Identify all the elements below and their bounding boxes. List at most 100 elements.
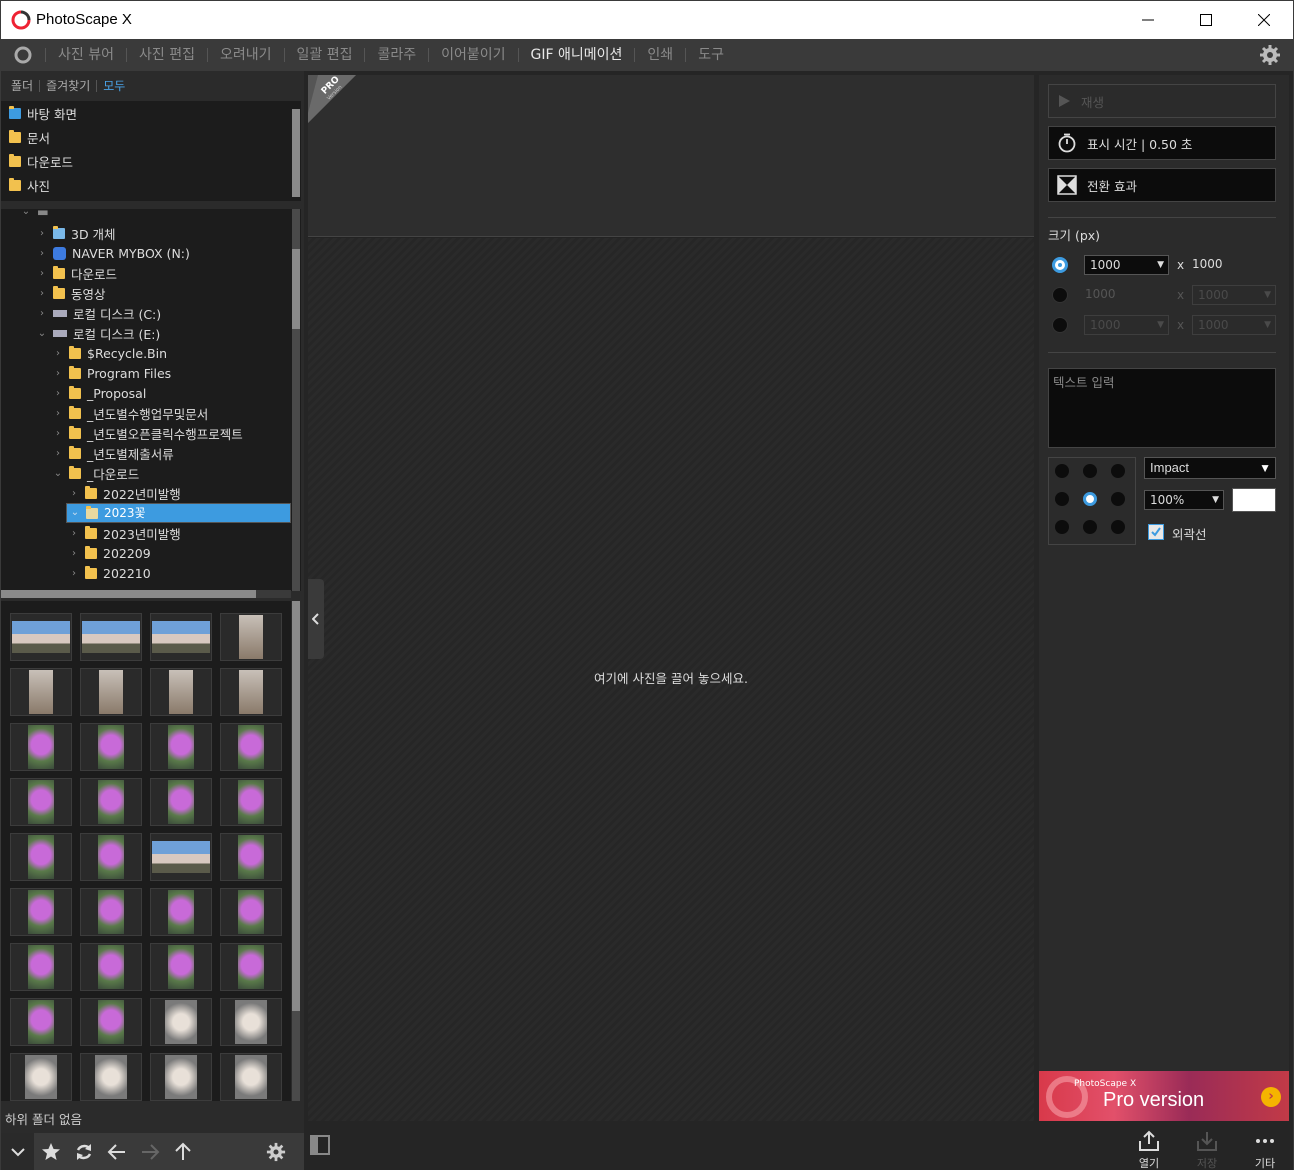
photo-thumbnail[interactable]	[150, 613, 212, 661]
photo-thumbnail[interactable]	[80, 613, 142, 661]
photo-thumbnail[interactable]	[220, 888, 282, 936]
menu-photo-editor[interactable]: 사진 편집	[125, 48, 207, 62]
tree-item[interactable]: › 동영상	[37, 283, 106, 303]
menu-collage[interactable]: 콜라주	[364, 48, 428, 62]
back-button[interactable]	[100, 1133, 133, 1170]
photo-thumbnail[interactable]	[80, 1053, 142, 1101]
tree-item-this-pc[interactable]: ⌄ ▬	[21, 209, 49, 221]
tree-horizontal-scrollbar[interactable]	[1, 590, 291, 598]
thumbnail-scrollbar[interactable]	[292, 601, 300, 1101]
photo-thumbnail[interactable]	[150, 998, 212, 1046]
photo-thumbnail[interactable]	[150, 778, 212, 826]
photo-thumbnail[interactable]	[220, 998, 282, 1046]
tree-item[interactable]: › 로컬 디스크 (C:)	[37, 303, 161, 323]
height-select-3[interactable]: 1000 ▼	[1192, 315, 1276, 335]
photo-thumbnail[interactable]	[10, 833, 72, 881]
tree-item[interactable]: › 2022년미발행	[69, 483, 181, 503]
photo-thumbnail[interactable]	[10, 723, 72, 771]
position-top-right[interactable]	[1111, 464, 1125, 478]
save-button[interactable]: 저장	[1187, 1129, 1227, 1170]
size-option-1-radio[interactable]	[1052, 257, 1068, 273]
tree-item[interactable]: › Program Files	[53, 363, 171, 383]
font-select[interactable]: Impact ▼	[1144, 457, 1276, 479]
size-option-3-radio[interactable]	[1052, 317, 1068, 333]
photo-thumbnail[interactable]	[220, 613, 282, 661]
menu-cut-out[interactable]: 오려내기	[206, 48, 284, 62]
collapse-left-button[interactable]	[1, 1133, 34, 1170]
photo-thumbnail[interactable]	[80, 998, 142, 1046]
photo-thumbnail[interactable]	[80, 888, 142, 936]
toggle-left-panel-button[interactable]	[308, 579, 324, 659]
photo-thumbnail[interactable]	[10, 998, 72, 1046]
text-input[interactable]: 텍스트 입력	[1048, 368, 1276, 448]
frame-strip[interactable]	[308, 75, 1034, 237]
photo-thumbnail[interactable]	[10, 778, 72, 826]
position-middle-left[interactable]	[1055, 492, 1069, 506]
maximize-button[interactable]	[1177, 1, 1235, 39]
width-select-3[interactable]: 1000 ▼	[1084, 315, 1169, 335]
tree-item[interactable]: › 3D 개체	[37, 223, 116, 243]
favorites-scrollbar[interactable]	[292, 109, 300, 197]
pro-version-ad-banner[interactable]: PhotoScape X Pro version ›	[1039, 1071, 1289, 1121]
fav-documents[interactable]: 문서	[1, 125, 301, 149]
width-input-2[interactable]: 1000	[1085, 287, 1116, 301]
tree-item-selected[interactable]: ⌄ 2023꽃	[66, 503, 291, 523]
tree-item[interactable]: › NAVER MYBOX (N:)	[37, 243, 190, 263]
tree-item[interactable]: › 다운로드	[37, 263, 117, 283]
menu-combine[interactable]: 이어붙이기	[428, 48, 517, 62]
tree-item[interactable]: › _년도별수행업무및문서	[53, 403, 208, 423]
forward-button[interactable]	[133, 1133, 166, 1170]
up-button[interactable]	[166, 1133, 199, 1170]
photo-thumbnail[interactable]	[80, 833, 142, 881]
open-button[interactable]: 열기	[1129, 1129, 1169, 1170]
photo-thumbnail[interactable]	[80, 943, 142, 991]
tree-scrollbar[interactable]	[292, 209, 300, 591]
photo-thumbnail[interactable]	[220, 943, 282, 991]
tree-item[interactable]: › 202210	[69, 563, 151, 583]
photo-thumbnail[interactable]	[10, 888, 72, 936]
menu-gif-animation[interactable]: GIF 애니메이션	[517, 48, 635, 62]
photo-thumbnail[interactable]	[220, 723, 282, 771]
position-top-center[interactable]	[1083, 464, 1097, 478]
photo-thumbnail[interactable]	[10, 668, 72, 716]
photo-thumbnail[interactable]	[150, 888, 212, 936]
size-option-2-radio[interactable]	[1052, 287, 1068, 303]
position-top-left[interactable]	[1055, 464, 1069, 478]
photo-thumbnail[interactable]	[80, 723, 142, 771]
tab-favorites[interactable]: 즐겨찾기	[40, 80, 98, 92]
minimize-button[interactable]	[1119, 1, 1177, 39]
home-button[interactable]	[1, 39, 45, 71]
menu-print[interactable]: 인쇄	[634, 48, 685, 62]
fav-downloads[interactable]: 다운로드	[1, 149, 301, 173]
photo-thumbnail[interactable]	[220, 668, 282, 716]
tree-item[interactable]: › $Recycle.Bin	[53, 343, 167, 363]
drop-canvas[interactable]: 여기에 사진을 끌어 놓으세요.	[308, 238, 1034, 1121]
pro-version-badge[interactable]: PRO Version	[308, 75, 356, 123]
photo-thumbnail[interactable]	[220, 778, 282, 826]
tree-item[interactable]: › _년도별제출서류	[53, 443, 174, 463]
tree-item[interactable]: › 202209	[69, 543, 151, 563]
tree-item[interactable]: › _년도별오픈클릭수행프로젝트	[53, 423, 243, 443]
more-button[interactable]: 기타	[1245, 1129, 1285, 1170]
text-color-swatch[interactable]	[1232, 488, 1276, 512]
menu-tools[interactable]: 도구	[685, 48, 736, 62]
favorite-button[interactable]	[34, 1133, 67, 1170]
fav-pictures[interactable]: 사진	[1, 173, 301, 197]
position-bottom-left[interactable]	[1055, 520, 1069, 534]
photo-thumbnail[interactable]	[220, 833, 282, 881]
height-select-2[interactable]: 1000 ▼	[1192, 285, 1276, 305]
tree-item[interactable]: › 2023년미발행	[69, 523, 181, 543]
menu-photo-viewer[interactable]: 사진 뷰어	[45, 48, 126, 62]
position-center[interactable]	[1083, 492, 1097, 506]
position-bottom-center[interactable]	[1083, 520, 1097, 534]
settings-button[interactable]	[1259, 44, 1281, 69]
refresh-button[interactable]	[67, 1133, 100, 1170]
photo-thumbnail[interactable]	[80, 778, 142, 826]
photo-thumbnail[interactable]	[150, 668, 212, 716]
photo-thumbnail[interactable]	[80, 668, 142, 716]
font-size-select[interactable]: 100% ▼	[1144, 490, 1224, 510]
play-button[interactable]: 재생	[1048, 84, 1276, 118]
fav-desktop[interactable]: 바탕 화면	[1, 101, 301, 125]
tab-folders[interactable]: 폴더	[5, 80, 41, 92]
photo-thumbnail[interactable]	[150, 833, 212, 881]
